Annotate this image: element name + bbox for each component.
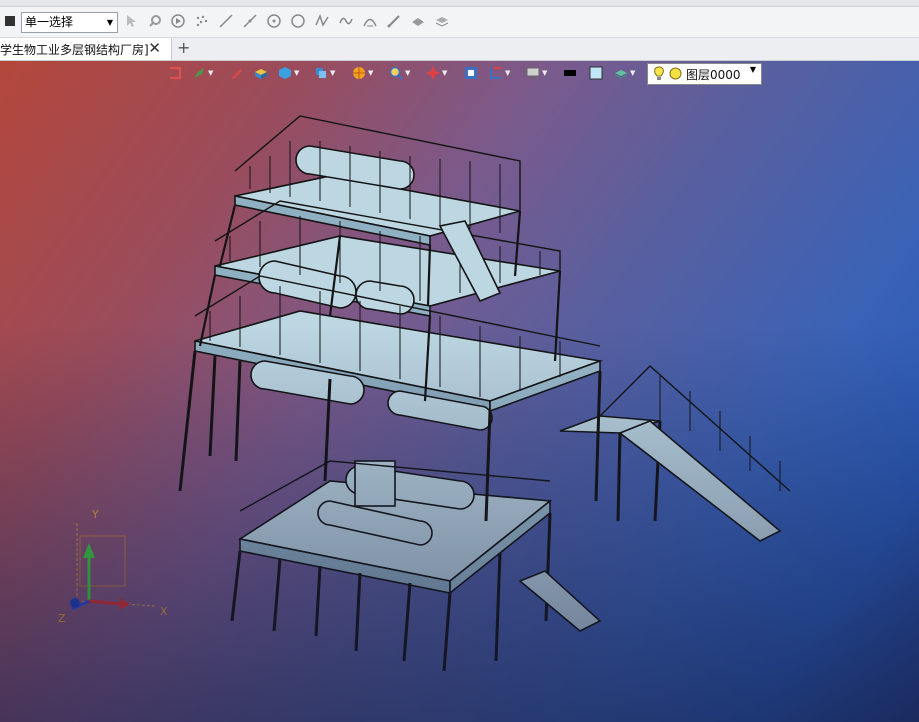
steel-structure-model: Y X Z [58,115,791,672]
line-icon[interactable] [216,11,236,31]
layer-stack-icon[interactable] [432,11,452,31]
wave-icon[interactable] [336,11,356,31]
axis-label-z: Z [58,612,66,625]
play-icon[interactable] [168,11,188,31]
close-icon[interactable]: ✕ [148,39,161,57]
vertical-vessel [354,460,396,507]
stop-icon[interactable] [0,11,20,31]
axis-label-y: Y [91,508,99,521]
main-toolbar: 单一选择 ▼ [0,7,919,38]
curve-icon[interactable] [312,11,332,31]
axis-label-x: X [160,605,168,618]
chevron-down-icon: ▼ [106,18,113,27]
line2-icon[interactable] [240,11,260,31]
cursor-icon[interactable] [121,11,141,31]
external-stair [618,420,782,542]
selection-mode-select[interactable]: 单一选择 ▼ [21,12,118,33]
3d-viewport[interactable]: ▼ ▼ ▼ ▼ ▼ ▼ ▼ ▼ ▼ 图层0000 ▼ Y X Z [0,61,919,722]
title-strip [0,0,919,7]
pen-icon[interactable] [384,11,404,31]
scatter-points-icon[interactable] [192,11,212,31]
circle-icon[interactable] [288,11,308,31]
add-tab-icon[interactable]: + [177,38,190,57]
circle-center-icon[interactable] [264,11,284,31]
selection-mode-value: 单一选择 [25,15,74,29]
surface-icon[interactable] [408,11,428,31]
lower-stair [518,570,602,632]
axis-triad: Y X Z [58,508,168,625]
tab-title: 学生物工业多层钢结构厂房] [0,43,149,57]
filter-icon[interactable] [145,11,165,31]
arc-icon[interactable] [360,11,380,31]
tab-document[interactable]: 学生物工业多层钢结构厂房] ✕ [0,38,172,60]
document-tab-bar: 学生物工业多层钢结构厂房] ✕ + [0,38,919,61]
